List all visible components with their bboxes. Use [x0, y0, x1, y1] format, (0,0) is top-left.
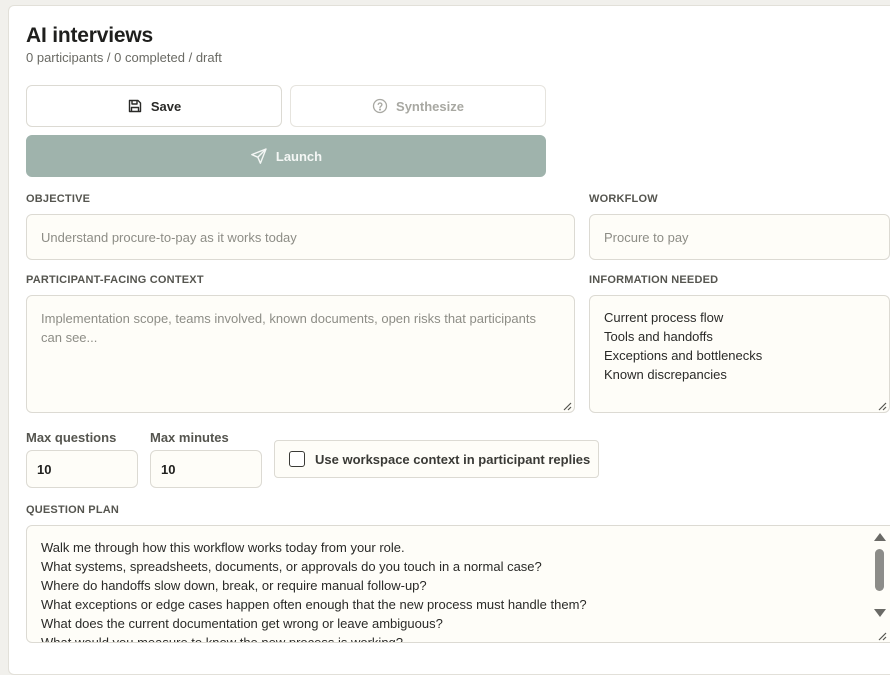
help-circle-icon	[372, 98, 388, 114]
page-subtitle: 0 participants / 0 completed / draft	[26, 50, 222, 65]
max-questions-input[interactable]	[26, 450, 138, 488]
workspace-context-checkbox[interactable]	[289, 451, 305, 467]
launch-button[interactable]: Launch	[26, 135, 546, 177]
launch-button-label: Launch	[275, 148, 323, 164]
objective-input[interactable]	[26, 214, 575, 260]
resize-handle-icon[interactable]	[562, 401, 572, 411]
question-plan-label: QUESTION PLAN	[26, 504, 120, 516]
question-plan-textarea[interactable]: Walk me through how this workflow works …	[26, 525, 890, 643]
participant-context-label: PARTICIPANT-FACING CONTEXT	[26, 274, 204, 286]
question-plan-scrollbar[interactable]	[873, 527, 887, 641]
send-icon	[250, 148, 267, 164]
save-button[interactable]: Save	[26, 85, 282, 127]
objective-label: OBJECTIVE	[26, 193, 91, 205]
workspace-context-toggle[interactable]: Use workspace context in participant rep…	[274, 440, 599, 478]
workspace-context-label: Use workspace context in participant rep…	[315, 451, 591, 467]
resize-handle-icon[interactable]	[877, 631, 887, 641]
page-title: AI interviews	[26, 24, 153, 47]
information-needed-textarea[interactable]: Current process flow Tools and handoffs …	[589, 295, 890, 413]
participant-context-textarea[interactable]	[26, 295, 575, 413]
scroll-up-icon[interactable]	[874, 533, 886, 541]
scroll-down-icon[interactable]	[874, 609, 886, 617]
scrollbar-thumb[interactable]	[875, 549, 884, 591]
max-questions-label: Max questions	[26, 430, 117, 445]
workflow-input[interactable]	[589, 214, 890, 260]
max-minutes-input[interactable]	[150, 450, 262, 488]
max-minutes-label: Max minutes	[150, 430, 229, 445]
synthesize-button[interactable]: Synthesize	[290, 85, 546, 127]
resize-handle-icon[interactable]	[877, 401, 887, 411]
save-icon	[128, 99, 142, 113]
synthesize-button-label: Synthesize	[396, 98, 464, 114]
workflow-label: WORKFLOW	[589, 193, 658, 205]
save-button-label: Save	[150, 98, 182, 114]
information-needed-label: INFORMATION NEEDED	[589, 274, 719, 286]
